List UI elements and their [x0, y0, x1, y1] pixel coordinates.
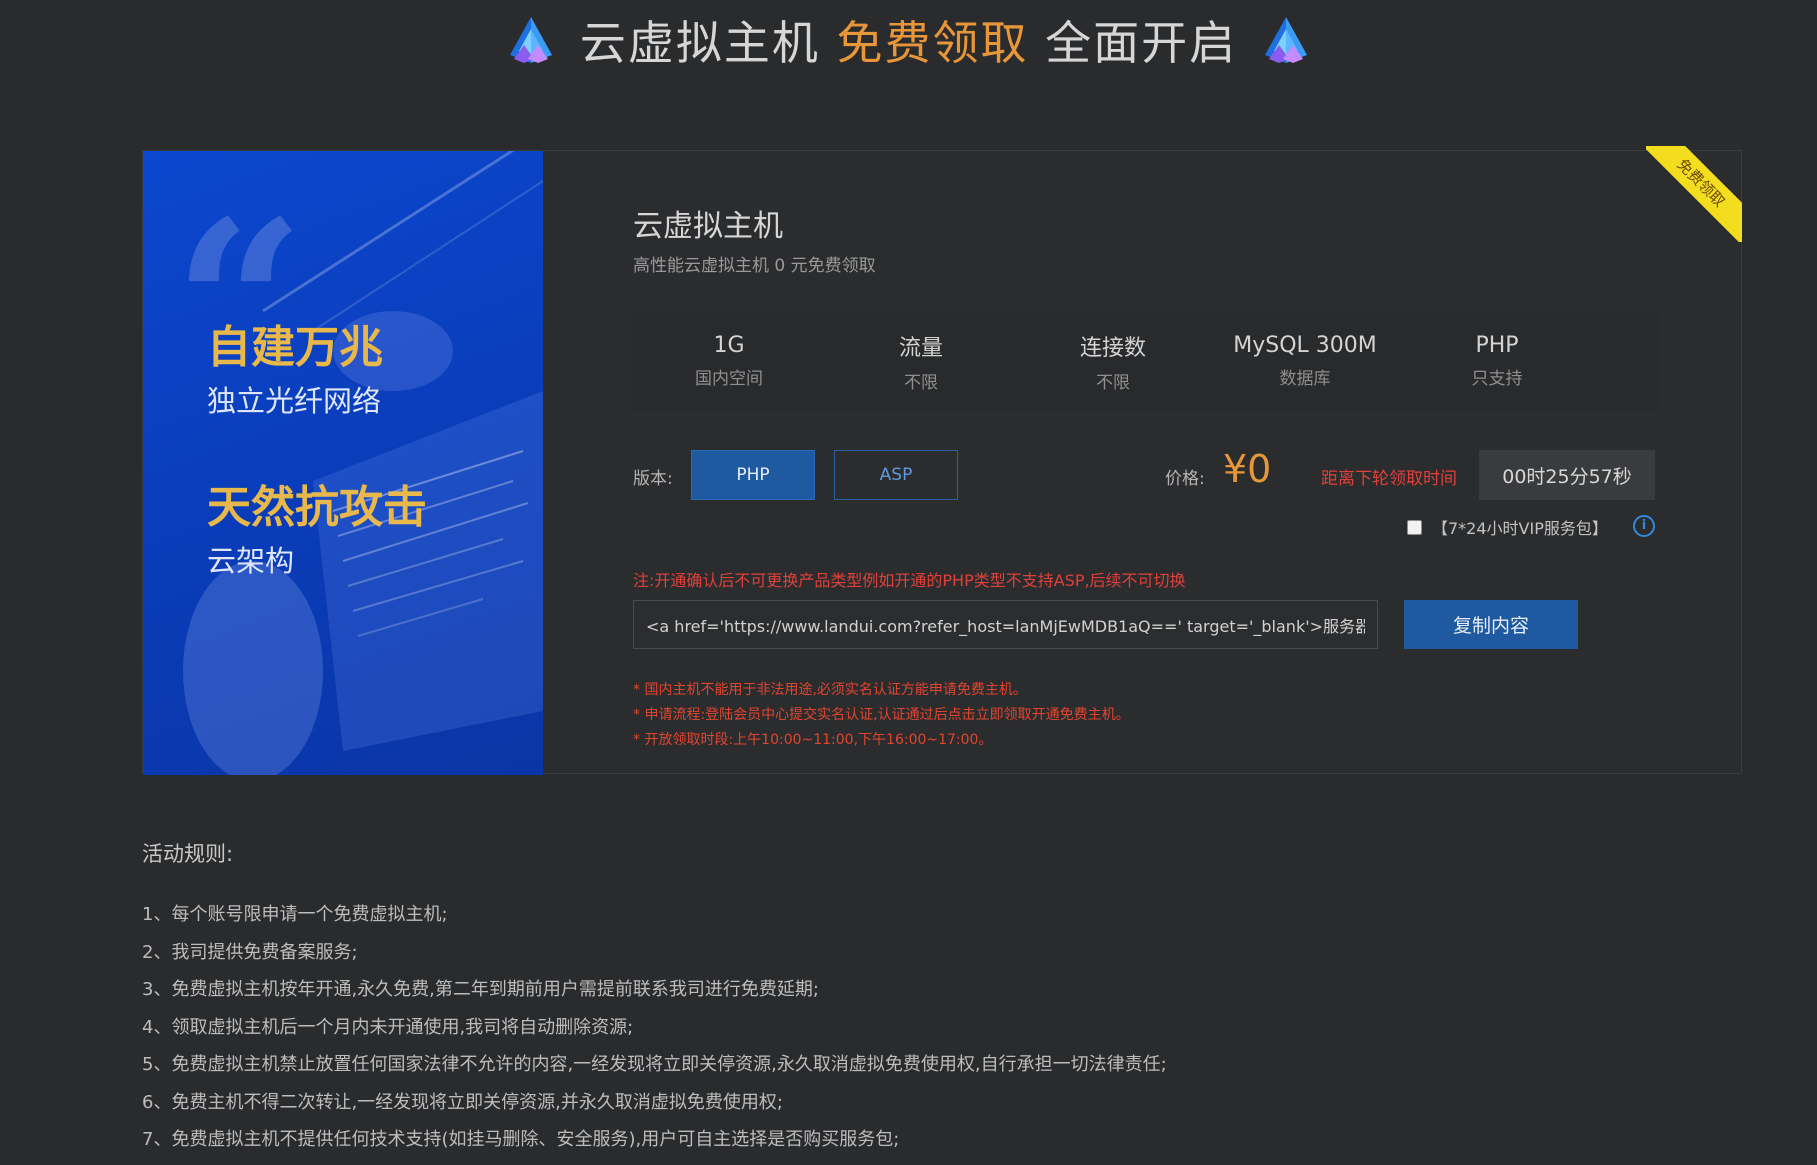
spec-item: 流量 不限: [825, 330, 1017, 393]
rules-list: 1、每个账号限申请一个免费虚拟主机; 2、我司提供免费备案服务; 3、免费虚拟主…: [142, 896, 1167, 1159]
promo-subline-1: 独立光纤网络: [207, 384, 382, 418]
spec-value: PHP: [1475, 333, 1519, 358]
terms-list: * 国内主机不能用于非法用途,必须实名认证方能申请免费主机。 * 申请流程:登陆…: [633, 678, 1130, 753]
code-input[interactable]: [633, 600, 1378, 649]
product-card: “ 自建万兆 独立光纤网络 天然抗攻击 云架构 免费领取 云虚拟主机 高性能云虚…: [142, 146, 1742, 775]
price-label: 价格:: [1165, 469, 1205, 489]
spec-value: 流量: [898, 335, 943, 361]
promo-headline-1: 自建万兆: [207, 322, 383, 373]
vip-option[interactable]: 【7*24小时VIP服务包】: [1407, 515, 1608, 539]
rules-item: 5、免费虚拟主机禁止放置任何国家法律不允许的内容,一经发现将立即关停资源,永久取…: [142, 1054, 1167, 1075]
terms-item: * 国内主机不能用于非法用途,必须实名认证方能申请免费主机。: [633, 682, 1027, 698]
top-banner: 云虚拟主机 免费领取 全面开启: [0, 0, 1817, 80]
rules-title: 活动规则:: [142, 842, 234, 866]
pyramid-icon: [1265, 17, 1308, 63]
rules-item: 1、每个账号限申请一个免费虚拟主机;: [142, 904, 448, 925]
spec-label: 数据库: [1279, 369, 1331, 389]
rules-item: 4、领取虚拟主机后一个月内未开通使用,我司将自动删除资源;: [142, 1016, 634, 1038]
rules-item: 2、我司提供免费备案服务;: [142, 941, 358, 963]
spec-label: 只支持: [1471, 369, 1523, 389]
price-value: ¥0: [1223, 447, 1272, 491]
banner-title-highlight: 免费领取: [836, 16, 1029, 70]
version-asp-button[interactable]: ASP: [834, 450, 958, 500]
terms-item: * 申请流程:登陆会员中心提交实名认证,认证通过后点击立即领取开通免费主机。: [633, 707, 1130, 723]
version-label: 版本:: [633, 469, 673, 489]
spec-item: 1G 国内空间: [633, 333, 825, 389]
spec-panel: 1G 国内空间 流量 不限 连接数 不限 MySQL 300M 数据库 PHP …: [633, 311, 1658, 411]
spec-label: 不限: [1096, 372, 1130, 393]
free-ribbon: 免费领取: [1646, 146, 1742, 242]
rules-item: 6、免费主机不得二次转让,一经发现将立即关停资源,并永久取消虚拟免费使用权;: [142, 1091, 783, 1113]
rules-item: 7、免费虚拟主机不提供任何技术支持(如挂马删除、安全服务),用户可自主选择是否购…: [142, 1129, 900, 1150]
spec-value: MySQL 300M: [1233, 333, 1377, 358]
terms-item: * 开放领取时段:上午10:00~11:00,下午16:00~17:00。: [633, 732, 993, 748]
countdown-timer: 00时25分57秒: [1479, 450, 1655, 500]
warning-note: 注:开通确认后不可更换产品类型例如开通的PHP类型不支持ASP,后续不可切换: [633, 571, 1186, 590]
promo-image: “ 自建万兆 独立光纤网络 天然抗攻击 云架构: [143, 151, 543, 775]
vip-checkbox[interactable]: [1407, 519, 1422, 535]
spec-item: 连接数 不限: [1017, 330, 1209, 393]
countdown-label: 距离下轮领取时间: [1321, 469, 1457, 489]
spec-value: 连接数: [1079, 335, 1146, 361]
product-title: 云虚拟主机: [633, 209, 783, 244]
promo-headline-2: 天然抗攻击: [207, 482, 427, 533]
spec-item: PHP 只支持: [1401, 333, 1593, 389]
promo-subline-2: 云架构: [207, 544, 295, 578]
info-icon[interactable]: i: [1633, 515, 1655, 537]
spec-label: 国内空间: [695, 369, 763, 389]
rules-item: 3、免费虚拟主机按年开通,永久免费,第二年到期前用户需提前联系我司进行免费延期;: [142, 979, 819, 1000]
vip-label: 【7*24小时VIP服务包】: [1432, 519, 1608, 538]
banner-title-part1: 云虚拟主机: [579, 16, 820, 70]
spec-value: 1G: [713, 333, 745, 358]
version-php-button[interactable]: PHP: [691, 450, 815, 500]
ribbon-label: 免费领取: [1646, 146, 1742, 242]
spec-item: MySQL 300M 数据库: [1209, 333, 1401, 389]
banner-title: 云虚拟主机 免费领取 全面开启: [580, 7, 1237, 73]
pyramid-icon: [509, 17, 552, 63]
spec-label: 不限: [904, 372, 938, 393]
banner-title-part2: 全面开启: [1045, 16, 1238, 70]
copy-content-button[interactable]: 复制内容: [1404, 600, 1578, 649]
product-subtitle: 高性能云虚拟主机 0 元免费领取: [633, 256, 876, 276]
